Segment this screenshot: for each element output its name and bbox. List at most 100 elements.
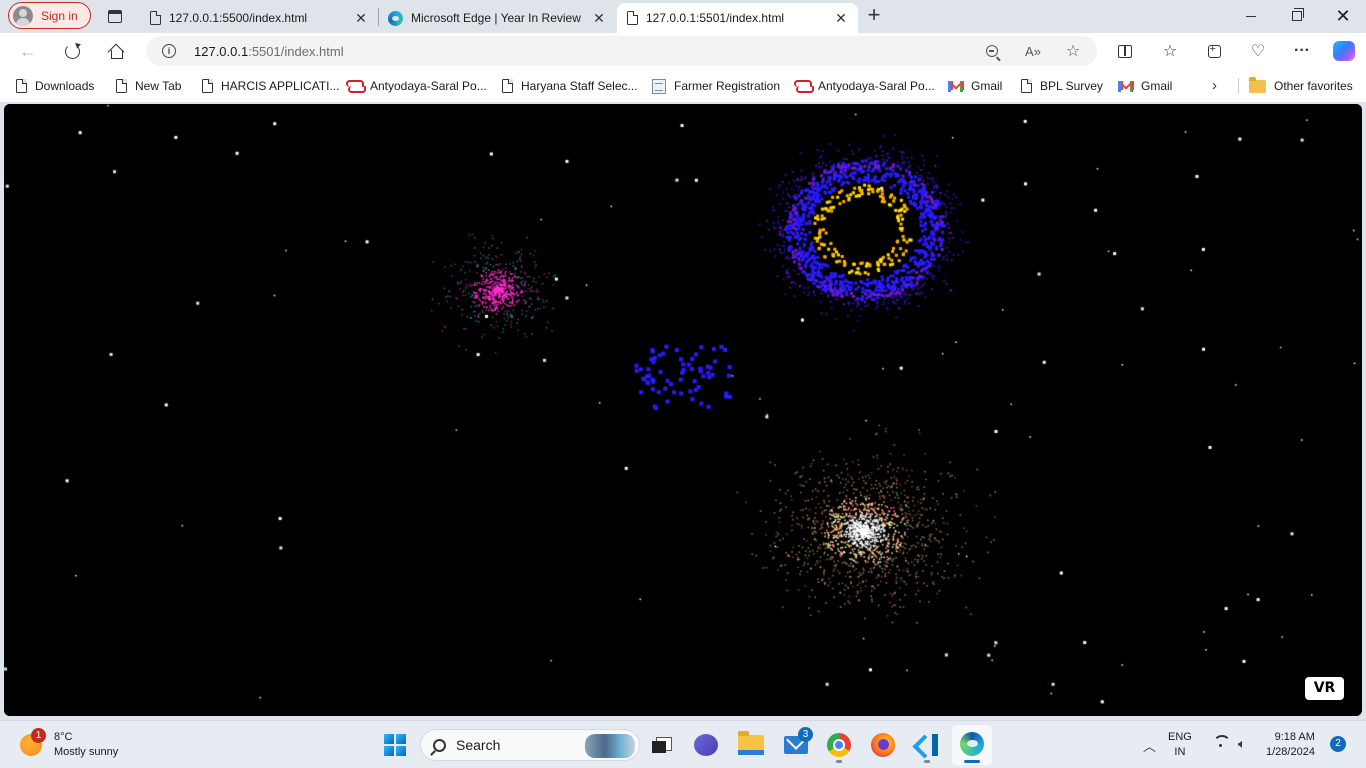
weather-temp: 8°C	[54, 731, 73, 743]
file-explorer-button[interactable]	[735, 729, 767, 761]
favorite-label: HARCIS APPLICATI...	[221, 79, 340, 93]
tab-edge-year-in-review[interactable]: Microsoft Edge | Year In Review ✕	[378, 3, 616, 33]
home-button[interactable]	[102, 37, 130, 65]
tab-title: Microsoft Edge | Year In Review	[411, 11, 581, 25]
favorite-harcis[interactable]: HARCIS APPLICATI...	[202, 77, 339, 95]
edge-icon	[960, 732, 984, 756]
start-button[interactable]	[379, 729, 411, 761]
favorite-antyodaya-saral-2[interactable]: Antyodaya-Saral Po...	[794, 77, 935, 95]
address-bar[interactable]: i 127.0.0.1:5501/index.html A» ☆	[146, 36, 1097, 66]
page-icon	[1021, 79, 1032, 93]
page-icon	[202, 79, 213, 93]
favorite-label: New Tab	[135, 79, 182, 93]
favorite-downloads[interactable]: Downloads	[16, 77, 94, 95]
refresh-button[interactable]	[58, 37, 86, 65]
page-icon	[116, 79, 127, 93]
wifi-icon[interactable]	[1213, 735, 1231, 749]
vscode-app-button[interactable]	[911, 729, 943, 761]
favorite-farmer-registration[interactable]: Farmer Registration	[652, 77, 780, 95]
favorite-bpl-survey[interactable]: BPL Survey	[1021, 77, 1103, 95]
system-clock[interactable]: 9:18 AM 1/28/2024	[1266, 730, 1315, 760]
favorite-antyodaya-saral-1[interactable]: Antyodaya-Saral Po...	[346, 77, 487, 95]
lang-line-1: ENG	[1168, 731, 1192, 743]
folder-icon	[1249, 76, 1266, 93]
gmail-icon	[948, 80, 963, 92]
browser-essentials-button[interactable]: ♡	[1244, 37, 1272, 65]
tab-actions-menu-button[interactable]	[104, 6, 126, 26]
settings-menu-button[interactable]: ···	[1288, 37, 1316, 65]
profile-sign-in-button[interactable]: Sign in	[8, 2, 91, 29]
favorite-gmail-2[interactable]: Gmail	[1118, 77, 1172, 95]
meet-app-button[interactable]	[690, 729, 722, 761]
collections-button[interactable]	[1200, 37, 1228, 65]
page-icon	[502, 79, 513, 93]
edge-running-indicator	[964, 760, 980, 763]
copilot-icon	[1333, 41, 1355, 61]
browser-window: Sign in 127.0.0.1:5500/index.html ✕ Micr…	[0, 0, 1366, 720]
new-tab-button[interactable]: +	[864, 4, 884, 28]
favorite-label: Antyodaya-Saral Po...	[818, 79, 935, 93]
heart-pulse-icon: ♡	[1250, 43, 1266, 60]
page-icon	[627, 11, 638, 25]
restore-button[interactable]	[1274, 0, 1320, 32]
other-favorites[interactable]: Other favorites	[1249, 76, 1353, 95]
read-aloud-icon: A»	[1025, 43, 1041, 59]
favorites-button[interactable]: ☆	[1156, 37, 1184, 65]
favorite-star-button[interactable]: ☆	[1062, 40, 1084, 62]
read-aloud-button[interactable]: A»	[1022, 40, 1044, 62]
favorite-haryana-staff[interactable]: Haryana Staff Selec...	[502, 77, 638, 95]
search-icon	[433, 738, 446, 752]
search-placeholder: Search	[456, 737, 501, 753]
web-page-scene[interactable]: VR	[4, 104, 1362, 716]
favorite-label: Farmer Registration	[674, 79, 781, 93]
url-path: :5501/index.html	[248, 44, 344, 59]
tab-close-icon[interactable]: ✕	[354, 11, 368, 25]
task-view-button[interactable]	[645, 729, 677, 761]
back-button[interactable]: ←	[14, 37, 42, 65]
weather-text: 8°C Mostly sunny	[54, 730, 118, 760]
favorite-new-tab[interactable]: New Tab	[116, 77, 181, 95]
tab-close-icon[interactable]: ✕	[834, 11, 848, 25]
zoom-button[interactable]	[981, 40, 1003, 62]
favorite-gmail-1[interactable]: Gmail	[948, 77, 1002, 95]
edge-app-button-active[interactable]	[956, 728, 988, 760]
favorites-overflow-chevron-icon[interactable]: ›	[1212, 77, 1217, 94]
close-icon: ✕	[1335, 5, 1351, 26]
chrome-app-button[interactable]	[823, 729, 855, 761]
url-text[interactable]: 127.0.0.1:5501/index.html	[194, 44, 344, 59]
favorite-label: Downloads	[35, 79, 95, 93]
weather-badge: 1	[31, 728, 46, 743]
site-info-icon[interactable]: i	[162, 44, 176, 58]
tab-title: 127.0.0.1:5500/index.html	[169, 11, 308, 25]
volume-icon[interactable]: 🔈︎	[1238, 736, 1246, 752]
zoom-out-icon	[986, 45, 998, 57]
copilot-button[interactable]	[1330, 37, 1358, 65]
minimize-button[interactable]	[1228, 0, 1274, 32]
refresh-icon	[64, 43, 80, 59]
favorite-label: Gmail	[1141, 79, 1173, 93]
notification-badge[interactable]: 2	[1330, 736, 1346, 752]
taskbar-search[interactable]: Search	[420, 729, 640, 761]
tab-actions-icon	[108, 9, 122, 23]
tray-overflow-chevron-icon[interactable]: ︿	[1143, 736, 1156, 755]
clock-date: 1/28/2024	[1266, 746, 1315, 758]
tab-close-icon[interactable]: ✕	[592, 11, 606, 25]
vr-button[interactable]: VR	[1305, 677, 1344, 700]
split-screen-button[interactable]	[1111, 37, 1139, 65]
star-icon: ☆	[1065, 43, 1081, 60]
search-highlight-image	[585, 734, 635, 758]
input-language-indicator[interactable]: ENG IN	[1168, 730, 1192, 760]
restore-icon	[1292, 8, 1304, 21]
favorites-bar: Downloads New Tab HARCIS APPLICATI... An…	[0, 69, 1366, 103]
chrome-icon	[827, 733, 851, 757]
home-icon	[108, 44, 124, 59]
profile-label: Sign in	[41, 8, 78, 23]
window-close-button[interactable]: ✕	[1320, 0, 1366, 32]
tab-strip: Sign in 127.0.0.1:5500/index.html ✕ Micr…	[0, 0, 1366, 33]
lang-line-2: IN	[1174, 746, 1186, 758]
tab-localhost-5501[interactable]: 127.0.0.1:5501/index.html ✕	[617, 3, 858, 33]
particle-galaxy-canvas[interactable]	[4, 104, 1362, 716]
tab-localhost-5500[interactable]: 127.0.0.1:5500/index.html ✕	[140, 3, 378, 33]
firefox-app-button[interactable]	[867, 729, 899, 761]
gmail-icon	[1118, 80, 1133, 92]
